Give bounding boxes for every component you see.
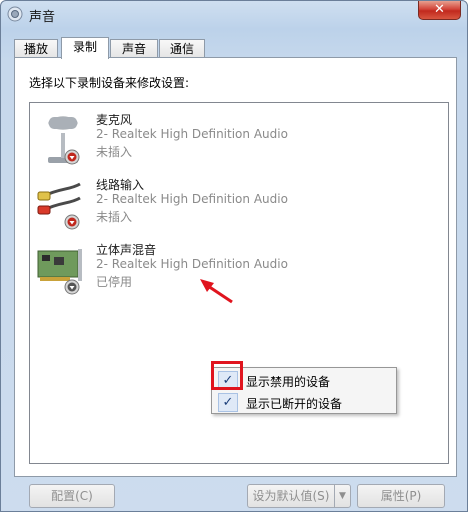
tab-playback[interactable]: 播放 [14, 39, 58, 58]
close-icon: ✕ [434, 2, 445, 17]
device-list[interactable]: 麦克风 2- Realtek High Definition Audio 未插入… [29, 102, 449, 464]
menu-item-label: 显示已断开的设备 [246, 397, 343, 411]
menu-item-show-disconnected[interactable]: ✓ 显示已断开的设备 [214, 392, 394, 413]
highlight-box [211, 361, 243, 390]
chevron-down-icon: ▼ [339, 491, 346, 501]
window-title: 声音 [29, 10, 56, 25]
speaker-icon [7, 6, 23, 22]
configure-button[interactable]: 配置(C) [29, 484, 115, 508]
set-default-dropdown-button[interactable]: ▼ [334, 484, 351, 508]
properties-button[interactable]: 属性(P) [357, 484, 445, 508]
title-bar[interactable]: 声音 ✕ [1, 1, 467, 27]
tab-sounds[interactable]: 声音 [110, 39, 158, 58]
menu-item-label: 显示禁用的设备 [246, 375, 331, 389]
tab-communications[interactable]: 通信 [159, 39, 205, 58]
tab-recording[interactable]: 录制 [61, 37, 109, 59]
recording-panel: 选择以下录制设备来修改设置: 麦克风 2- Realtek High Defin… [14, 57, 457, 477]
instruction-text: 选择以下录制设备来修改设置: [29, 76, 190, 90]
close-button[interactable]: ✕ [418, 1, 461, 20]
checkmark-icon: ✓ [218, 393, 238, 412]
sound-dialog: 声音 ✕ 播放 录制 声音 通信 选择以下录制设备来修改设置: 麦克风 2- R… [0, 0, 468, 512]
set-default-button[interactable]: 设为默认值(S) [247, 484, 335, 508]
